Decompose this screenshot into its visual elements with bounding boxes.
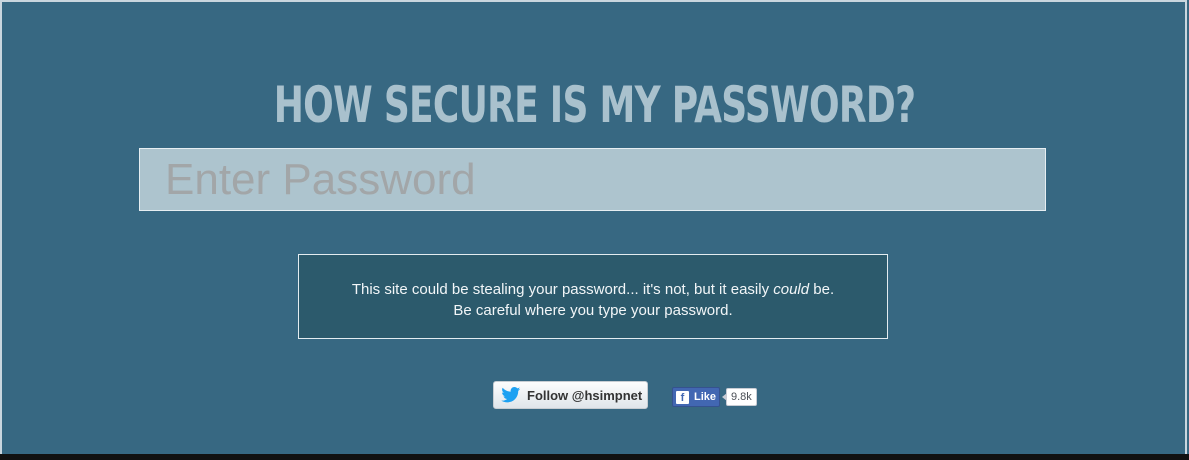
facebook-like-button[interactable]: f Like: [672, 387, 720, 407]
notice-line-2: Be careful where you type your password.: [453, 302, 733, 319]
notice-text-after: be.: [809, 281, 835, 298]
notice-text-before: This site could be stealing your passwor…: [351, 281, 774, 298]
notice-emphasis: could: [773, 281, 810, 298]
twitter-follow-label: Follow @hsimpnet: [527, 387, 643, 403]
twitter-bird-icon: [501, 387, 521, 403]
password-input[interactable]: [139, 148, 1046, 211]
facebook-like-count: 9.8k: [722, 388, 757, 406]
security-notice: This site could be stealing your passwor…: [298, 254, 888, 339]
facebook-f-icon: f: [676, 390, 689, 404]
notice-line-1: This site could be stealing your passwor…: [299, 279, 887, 300]
twitter-follow-button[interactable]: Follow @hsimpnet: [493, 381, 648, 409]
page-title: HOW SECURE IS MY PASSWORD?: [273, 75, 916, 134]
facebook-like-label: Like: [694, 391, 717, 403]
bottom-divider: [0, 454, 1189, 460]
